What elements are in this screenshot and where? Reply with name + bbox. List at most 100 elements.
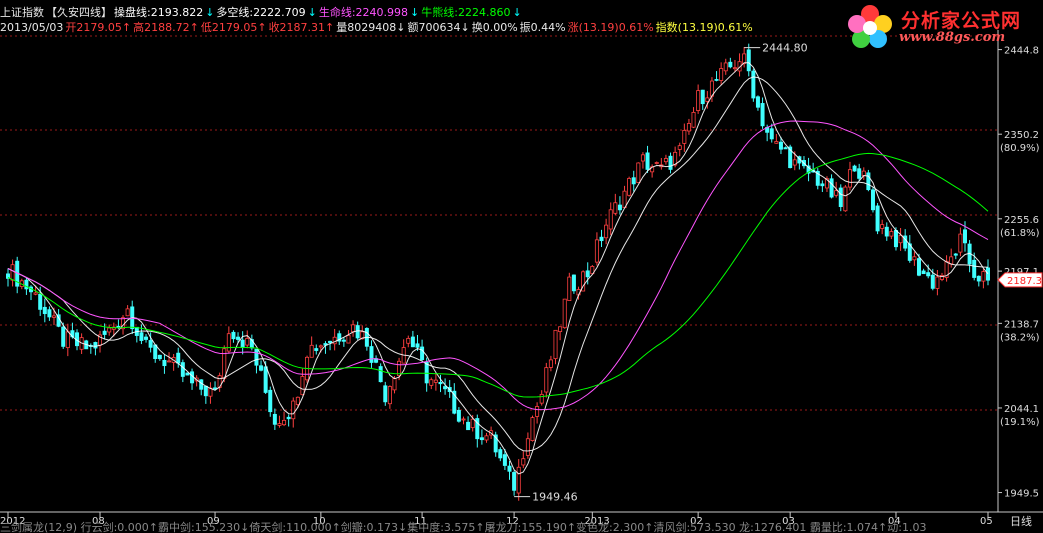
y-tick-label: 2138.7 bbox=[1004, 319, 1039, 330]
candle-body bbox=[723, 62, 728, 72]
candle-body bbox=[346, 335, 351, 344]
candle-body bbox=[516, 466, 521, 494]
candle-body bbox=[286, 416, 291, 420]
candle-body bbox=[604, 224, 609, 239]
candle-body bbox=[433, 379, 438, 383]
candle-body bbox=[760, 103, 765, 127]
candle-body bbox=[420, 346, 425, 360]
candle-body bbox=[167, 360, 172, 363]
ma-label-2: 操盘线:2193.822 bbox=[114, 6, 204, 19]
candle-body bbox=[387, 386, 392, 405]
candle-body bbox=[424, 361, 429, 384]
candle-body bbox=[328, 340, 333, 344]
candle-body bbox=[226, 333, 231, 352]
candle-body bbox=[102, 330, 107, 335]
candle-body bbox=[295, 396, 300, 405]
candle-body bbox=[958, 233, 963, 253]
y-tick-label: 2044.1 bbox=[1004, 404, 1039, 415]
candlestick-chart[interactable]: 2444.801949.462444.82350.2(80.9%)2255.6(… bbox=[0, 0, 1043, 533]
candle-body bbox=[318, 345, 323, 348]
indicator-row: 三剑属龙(12,9) 行云剑:0.000↑霸中剑:155.230↓倚天剑:110… bbox=[0, 521, 927, 533]
candle-body bbox=[677, 145, 682, 150]
logo-title: 分析家公式网 bbox=[901, 10, 1022, 32]
candle-body bbox=[916, 258, 921, 276]
ma-label-8: 牛熊线:2224.860 bbox=[421, 6, 511, 19]
candle-body bbox=[139, 332, 144, 341]
candle-body bbox=[875, 205, 880, 232]
candle-body bbox=[282, 419, 287, 426]
candle-body bbox=[645, 152, 650, 170]
candle-body bbox=[548, 359, 553, 368]
candle-body bbox=[263, 366, 268, 393]
flower-logo-icon bbox=[848, 5, 892, 48]
candle-body bbox=[157, 354, 162, 360]
candle-body bbox=[774, 141, 779, 144]
candle-body bbox=[479, 437, 484, 441]
candle-body bbox=[38, 293, 43, 310]
ohlc-label-6: 额700634↓ bbox=[407, 21, 470, 34]
candle-body bbox=[415, 343, 420, 348]
candle-body bbox=[921, 270, 926, 275]
ohlc-label-8: 振0.44% bbox=[519, 21, 566, 34]
candle-body bbox=[507, 465, 512, 472]
candle-body bbox=[751, 70, 756, 99]
candle-body bbox=[769, 128, 774, 140]
candle-body bbox=[65, 331, 70, 348]
ma-line-2 bbox=[7, 120, 989, 411]
y-tick-label: 2350.2 bbox=[1004, 130, 1039, 141]
candle-body bbox=[962, 229, 967, 244]
candle-body bbox=[884, 226, 889, 237]
candle-body bbox=[953, 253, 958, 256]
candle-body bbox=[199, 379, 204, 390]
candle-body bbox=[820, 183, 825, 187]
candle-body bbox=[180, 362, 185, 377]
ma-line-1 bbox=[7, 76, 989, 452]
candle-body bbox=[61, 326, 66, 347]
candle-body bbox=[429, 379, 434, 386]
candle-body bbox=[93, 342, 98, 349]
candle-body bbox=[392, 378, 397, 391]
candle-body bbox=[502, 454, 507, 466]
candle-body bbox=[829, 178, 834, 198]
candle-body bbox=[682, 130, 687, 144]
candle-body bbox=[617, 204, 622, 211]
candle-body bbox=[176, 352, 181, 364]
candle-body bbox=[539, 393, 544, 404]
candle-body bbox=[834, 190, 839, 196]
candle-body bbox=[640, 154, 645, 162]
annotation-label: 1949.46 bbox=[532, 491, 578, 504]
candle-body bbox=[562, 298, 567, 329]
candle-body bbox=[889, 231, 894, 237]
logo-url[interactable]: www.88gs.com bbox=[899, 30, 1005, 45]
y-tick-pct: (61.8%) bbox=[1000, 228, 1040, 239]
candle-body bbox=[880, 224, 885, 229]
ohlc-label-3: 低2179.05↑ bbox=[200, 21, 267, 34]
candle-body bbox=[866, 172, 871, 191]
candle-body bbox=[291, 400, 296, 420]
candle-body bbox=[332, 336, 337, 345]
candle-body bbox=[857, 168, 862, 179]
candle-body bbox=[162, 359, 167, 367]
candle-body bbox=[972, 259, 977, 278]
candle-body bbox=[742, 53, 747, 64]
ma-label-6: 生命线:2240.998 bbox=[318, 6, 409, 19]
candle-body bbox=[456, 409, 461, 422]
candle-body bbox=[631, 177, 636, 185]
ma-label-7: ↓ bbox=[410, 6, 420, 19]
candle-body bbox=[521, 458, 526, 466]
candle-body bbox=[530, 417, 535, 442]
annotation-label: 2444.80 bbox=[762, 42, 808, 55]
candle-body bbox=[484, 435, 489, 441]
candle-body bbox=[912, 256, 917, 261]
y-tick-pct: (80.9%) bbox=[1000, 143, 1040, 154]
candle-body bbox=[466, 421, 471, 431]
candle-body bbox=[107, 327, 112, 333]
candle-body bbox=[535, 406, 540, 417]
candle-body bbox=[300, 376, 305, 396]
candle-body bbox=[309, 344, 314, 358]
candle-body bbox=[231, 331, 236, 340]
candle-body bbox=[705, 97, 710, 102]
candle-body bbox=[240, 339, 245, 349]
candle-body bbox=[438, 381, 443, 385]
candle-body bbox=[613, 202, 618, 214]
